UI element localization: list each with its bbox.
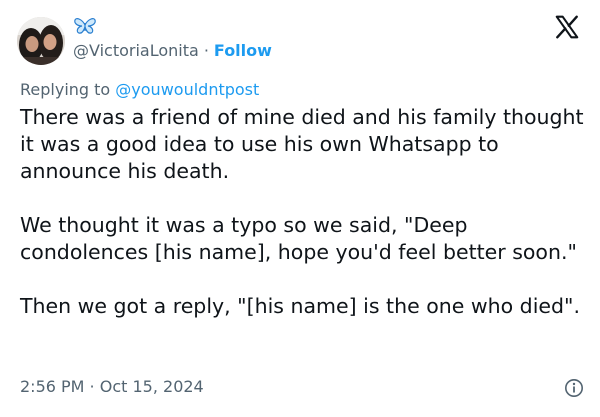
tweet-paragraph: We thought it was a typo so we said, "De… — [20, 213, 577, 264]
avatar[interactable] — [17, 17, 65, 65]
profile-photo — [17, 17, 65, 65]
replying-to-label: Replying to — [20, 80, 111, 99]
tweet-header: @VictoriaLonita · Follow — [0, 0, 600, 76]
separator-dot: · — [203, 40, 209, 60]
display-name[interactable] — [73, 16, 97, 36]
butterfly-icon — [74, 18, 96, 34]
reply-mention-link[interactable]: @youwouldntpost — [115, 80, 259, 99]
tweet-text: There was a friend of mine died and his … — [20, 104, 585, 320]
tweet-paragraph: There was a friend of mine died and his … — [20, 105, 584, 183]
tweet-timestamp[interactable]: 2:56 PM · Oct 15, 2024 — [20, 377, 204, 396]
tweet-paragraph: Then we got a reply, "[his name] is the … — [20, 294, 580, 318]
author-line: @VictoriaLonita · Follow — [73, 38, 272, 62]
info-icon[interactable] — [564, 378, 584, 398]
author-handle[interactable]: @VictoriaLonita — [73, 41, 199, 60]
follow-button[interactable]: Follow — [214, 41, 272, 60]
x-logo-icon[interactable] — [554, 14, 580, 40]
replying-to: Replying to @youwouldntpost — [20, 80, 259, 99]
